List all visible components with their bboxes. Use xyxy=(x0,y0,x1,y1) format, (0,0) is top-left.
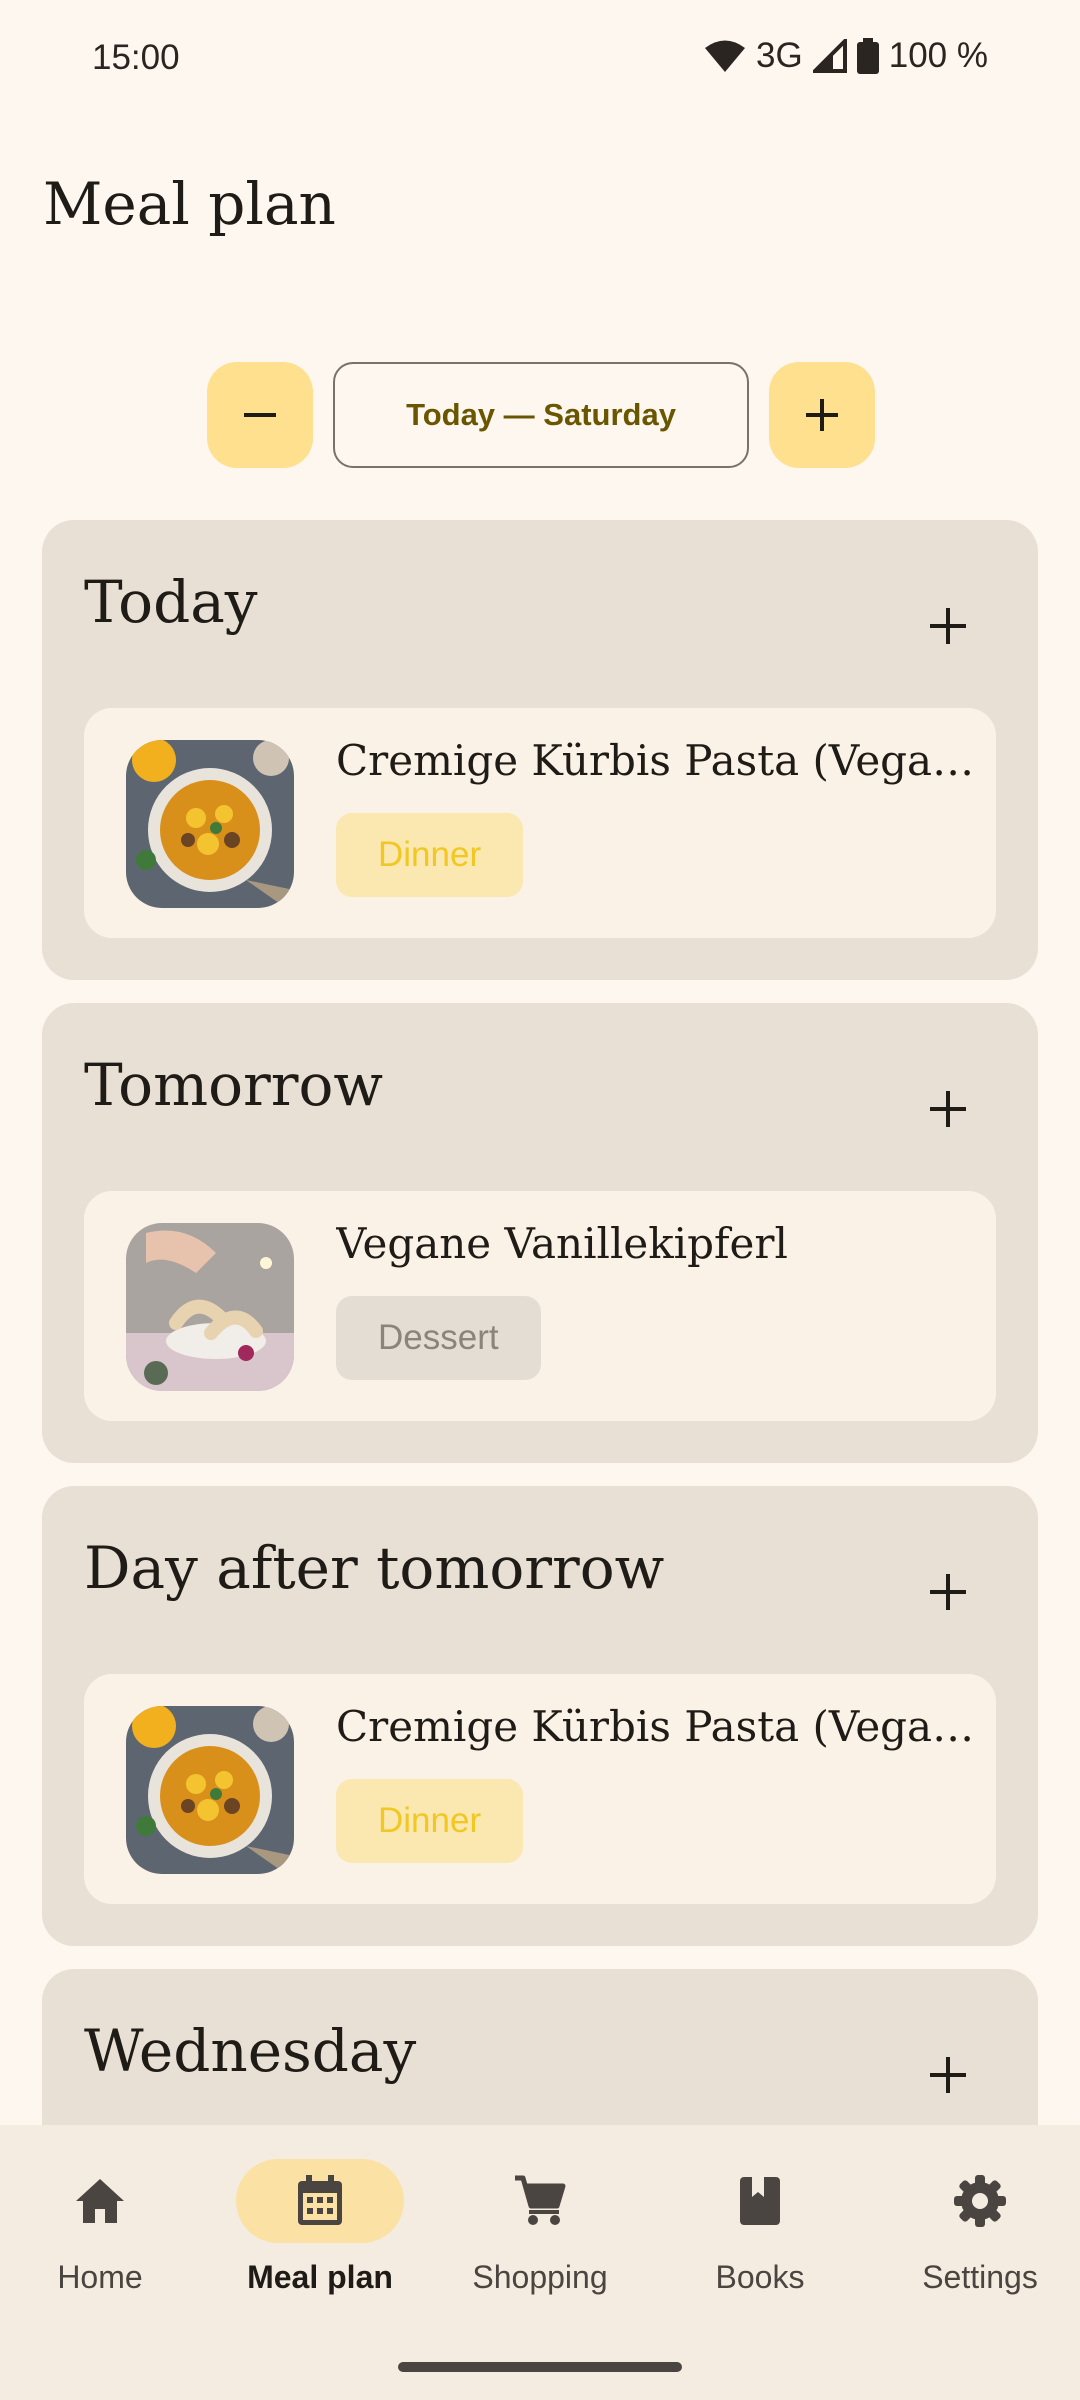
meal-item[interactable]: Cremige Kürbis Pasta (Vegan... Dinner xyxy=(84,708,996,938)
nav-label: Settings xyxy=(922,2259,1038,2295)
current-date-button[interactable]: Today — Saturday xyxy=(333,362,749,468)
previous-day-button[interactable] xyxy=(207,362,313,468)
plus-icon xyxy=(930,2057,966,2093)
plus-icon xyxy=(930,1091,966,1127)
minus-icon xyxy=(244,413,276,417)
meal-plan-content[interactable]: Meal plan Today — Saturday Today Cremige… xyxy=(0,0,1080,2125)
page-title: Meal plan xyxy=(43,170,336,238)
day-title: Wednesday xyxy=(84,2017,417,2085)
meal-name: Cremige Kürbis Pasta (Vegan... xyxy=(336,736,976,785)
meal-type-badge: Dinner xyxy=(336,1779,524,1863)
nav-item-home[interactable]: Home xyxy=(0,2159,200,2319)
plus-icon xyxy=(930,608,966,644)
add-meal-button[interactable] xyxy=(916,1560,980,1624)
date-navigator: Today — Saturday xyxy=(0,362,1080,468)
nav-label: Shopping xyxy=(472,2259,608,2295)
meal-item[interactable]: Cremige Kürbis Pasta (Vegan... Dinner xyxy=(84,1674,996,1904)
plus-icon xyxy=(930,1574,966,1610)
next-day-button[interactable] xyxy=(769,362,875,468)
meal-item[interactable]: Vegane Vanillekipferl Dessert xyxy=(84,1191,996,1421)
day-card-day-after-tomorrow: Day after tomorrow Cremige Kürbis Pasta … xyxy=(42,1486,1038,1946)
nav-label: Books xyxy=(715,2259,805,2295)
meal-name: Vegane Vanillekipferl xyxy=(336,1219,788,1268)
gear-icon xyxy=(954,2175,1006,2227)
add-meal-button[interactable] xyxy=(916,1077,980,1141)
meal-type-badge: Dessert xyxy=(336,1296,541,1380)
calendar-icon xyxy=(298,2175,342,2225)
day-title: Today xyxy=(84,568,258,636)
meal-type-badge: Dinner xyxy=(336,813,524,897)
home-icon xyxy=(76,2179,124,2223)
day-title: Tomorrow xyxy=(84,1051,384,1119)
cookies-thumbnail xyxy=(126,1223,294,1391)
bottom-navigation: Home Meal plan Shopping Books Settings xyxy=(0,2125,1080,2400)
day-title: Day after tomorrow xyxy=(84,1534,665,1602)
book-icon xyxy=(740,2177,780,2225)
nav-item-shopping[interactable]: Shopping xyxy=(440,2159,640,2319)
nav-label: Home xyxy=(57,2259,143,2295)
add-meal-button[interactable] xyxy=(916,594,980,658)
home-indicator[interactable] xyxy=(398,2362,682,2372)
day-card-today: Today Cremige Kürbis Pasta (Vegan... Din… xyxy=(42,520,1038,980)
meal-name: Cremige Kürbis Pasta (Vegan... xyxy=(336,1702,976,1751)
nav-item-settings[interactable]: Settings xyxy=(880,2159,1080,2319)
day-card-tomorrow: Tomorrow Vegane Vanillekipferl Dessert xyxy=(42,1003,1038,1463)
nav-item-meal-plan[interactable]: Meal plan xyxy=(220,2159,420,2319)
nav-item-books[interactable]: Books xyxy=(660,2159,860,2319)
plus-icon xyxy=(806,399,838,431)
cart-icon xyxy=(515,2175,566,2225)
pasta-thumbnail xyxy=(126,740,294,908)
nav-label: Meal plan xyxy=(247,2259,393,2295)
add-meal-button[interactable] xyxy=(916,2043,980,2107)
day-card-wednesday: Wednesday xyxy=(42,1969,1038,2125)
pasta-thumbnail xyxy=(126,1706,294,1874)
